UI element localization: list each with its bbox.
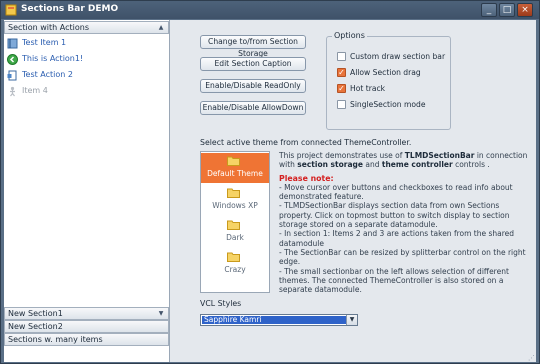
- sidebar-item-label: Item 4: [22, 86, 48, 95]
- theme-dark[interactable]: Dark: [201, 217, 269, 247]
- resize-grip-icon[interactable]: ⋰: [528, 354, 536, 362]
- maximize-button[interactable]: □: [499, 3, 515, 17]
- checkbox-label: SingleSection mode: [350, 100, 426, 109]
- document-icon: [7, 70, 17, 81]
- theme-label: Windows XP: [212, 201, 258, 210]
- close-button[interactable]: ×: [517, 3, 533, 17]
- theme-prompt: Select active theme from connected Theme…: [200, 138, 412, 147]
- section-header-actions[interactable]: Section with Actions ▲: [4, 21, 169, 34]
- toggle-readonly-button[interactable]: Enable/Disable ReadOnly: [200, 79, 306, 93]
- change-section-storage-button[interactable]: Change to/from Section Storage: [200, 35, 306, 58]
- green-circle-arrow-icon: [7, 54, 18, 65]
- sidebar-item-label: This is Action1!: [22, 54, 84, 63]
- checkbox-label: Allow Section drag: [350, 68, 421, 77]
- checkbox-label: Custom draw section bar: [350, 52, 446, 61]
- section-bar: Section with Actions ▲ Test Item 1 This …: [4, 20, 170, 362]
- vcl-styles-value: Sapphire Kamri: [202, 316, 346, 324]
- sidebar-item-item-4[interactable]: Item 4: [7, 85, 157, 98]
- checkmark-icon[interactable]: ✓: [337, 68, 346, 77]
- theme-label: Default Theme: [207, 169, 263, 178]
- note-line: - TLMDSectionBar displays section data f…: [279, 201, 510, 230]
- section-header-new-section2[interactable]: New Section2: [4, 320, 169, 333]
- sidebar-item-test-action-2[interactable]: Test Action 2: [7, 69, 157, 82]
- theme-default[interactable]: Default Theme: [201, 153, 269, 183]
- theme-label: Dark: [226, 233, 244, 242]
- note-line: - The small sectionbar on the left allow…: [279, 266, 509, 295]
- options-group: Options Custom draw section bar ✓ Allow …: [326, 31, 451, 130]
- minimize-button[interactable]: _: [481, 3, 497, 17]
- notebook-icon: [7, 38, 18, 49]
- checkbox-box[interactable]: [337, 100, 346, 109]
- vcl-styles-select[interactable]: Sapphire Kamri ▼: [200, 314, 358, 326]
- edit-section-caption-button[interactable]: Edit Section Caption: [200, 57, 306, 71]
- theme-label: Crazy: [224, 265, 246, 274]
- note-line: - In section 1: Items 2 and 3 are action…: [279, 229, 515, 248]
- section-header-label: Section with Actions: [8, 23, 90, 32]
- figure-icon: [10, 86, 15, 97]
- folder-icon: [227, 252, 240, 262]
- checkbox-box[interactable]: [337, 52, 346, 61]
- checkbox-label: Hot track: [350, 84, 386, 93]
- section-header-new-section1[interactable]: New Section1 ▼: [4, 307, 169, 320]
- sidebar-item-label: Test Action 2: [22, 70, 73, 79]
- note-line: - Move cursor over buttons and checkboxe…: [279, 182, 513, 202]
- folder-icon: [227, 220, 240, 230]
- app-icon: [5, 4, 17, 16]
- client-area: Section with Actions ▲ Test Item 1 This …: [4, 20, 536, 362]
- description-text: This project demonstrates use of TLMDSec…: [279, 151, 534, 294]
- theme-crazy[interactable]: Crazy: [201, 249, 269, 279]
- section-header-label: Sections w. many items: [8, 335, 103, 344]
- theme-windows-xp[interactable]: Windows XP: [201, 185, 269, 215]
- section-header-many-items[interactable]: Sections w. many items: [4, 333, 169, 346]
- note-line: - The SectionBar can be resized by split…: [279, 247, 526, 267]
- vcl-styles-label: VCL Styles: [200, 299, 242, 308]
- section-header-label: New Section1: [8, 309, 63, 318]
- sidebar-item-action-1[interactable]: This is Action1!: [7, 53, 157, 66]
- note-title: Please note:: [279, 173, 334, 183]
- folder-icon: [227, 188, 240, 198]
- folder-icon: [227, 156, 240, 166]
- theme-section-bar: Default Theme Windows XP Dark Crazy: [200, 151, 270, 293]
- checkmark-icon[interactable]: ✓: [337, 84, 346, 93]
- chevron-down-icon: ▼: [158, 310, 164, 317]
- sidebar-item-label: Test Item 1: [22, 38, 67, 47]
- options-legend: Options: [332, 31, 367, 40]
- title-bar[interactable]: Sections Bar DEMO _ □ ×: [1, 1, 539, 19]
- chevron-down-icon[interactable]: ▼: [346, 315, 357, 325]
- toggle-allowdown-button[interactable]: Enable/Disable AllowDown: [200, 101, 306, 115]
- section-header-label: New Section2: [8, 322, 63, 331]
- window-title: Sections Bar DEMO: [21, 4, 119, 14]
- sidebar-item-test-item-1[interactable]: Test Item 1: [7, 37, 157, 50]
- description-intro: This project demonstrates use of TLMDSec…: [279, 151, 528, 170]
- chevron-up-icon: ▲: [158, 24, 164, 31]
- app-window: Sections Bar DEMO _ □ × Section with Act…: [0, 0, 540, 364]
